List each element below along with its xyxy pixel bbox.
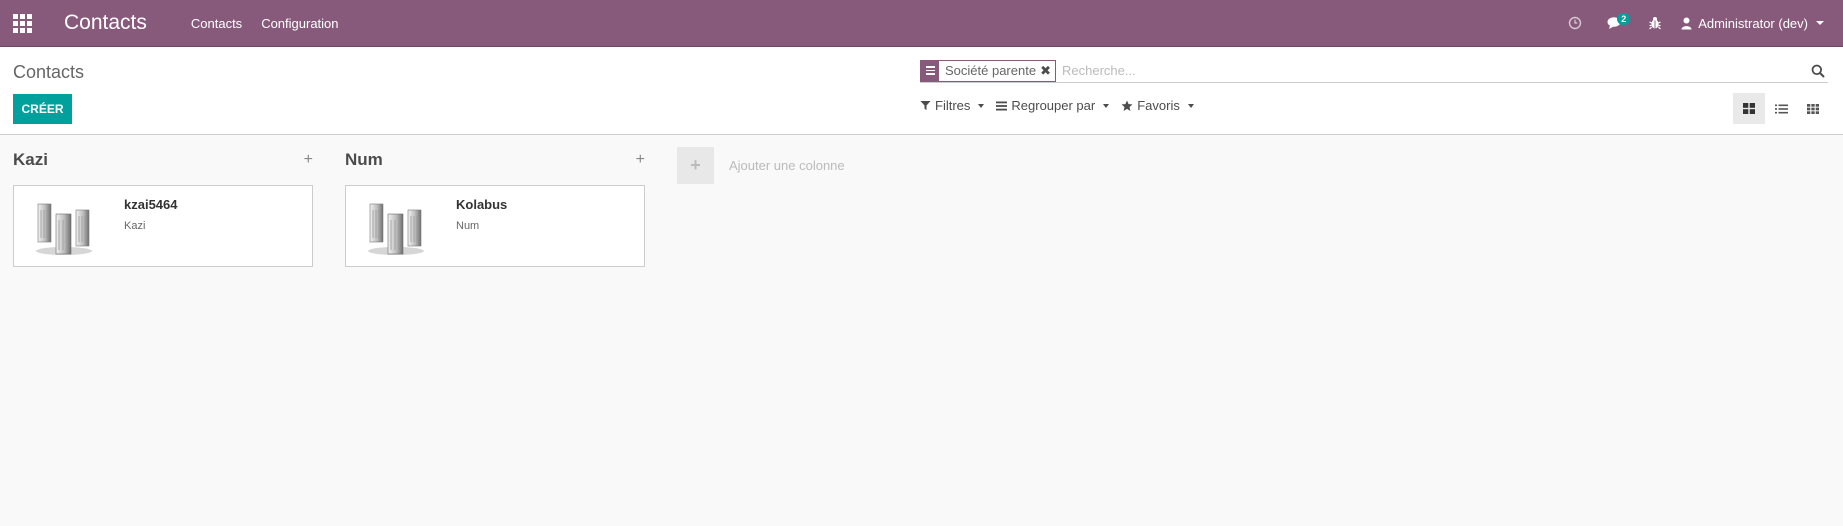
kanban-card[interactable]: Kolabus Num: [345, 185, 645, 267]
plus-icon: +: [677, 147, 714, 184]
view-switcher: [1733, 93, 1829, 124]
facet-remove-icon[interactable]: ✖: [1040, 63, 1055, 79]
facet-value: Société parente: [945, 63, 1037, 78]
list-view-button[interactable]: [1765, 93, 1797, 124]
list-view-icon: [1774, 104, 1788, 113]
chevron-down-icon: [1816, 21, 1824, 25]
chevron-down-icon: [1103, 103, 1110, 108]
control-panel: Contacts CRÉER Société parente ✖ Filtres: [0, 47, 1843, 135]
company-buildings-icon: [368, 203, 424, 255]
favorites-dropdown[interactable]: Favoris: [1121, 98, 1194, 113]
user-name: Administrator (dev): [1698, 15, 1808, 31]
filter-icon: [920, 101, 931, 110]
quick-create-plus-icon[interactable]: +: [304, 151, 313, 169]
grid-view-icon: [1807, 103, 1819, 114]
bug-icon: [1649, 17, 1662, 30]
debug-button[interactable]: [1635, 0, 1675, 46]
search-button[interactable]: [1808, 61, 1828, 81]
user-icon: [1681, 17, 1692, 29]
search-bar: Société parente ✖: [920, 59, 1828, 83]
add-column-label: Ajouter une colonne: [729, 158, 845, 173]
top-navbar: Contacts Contacts Configuration 2 Admini…: [0, 0, 1843, 47]
filters-dropdown[interactable]: Filtres: [920, 98, 985, 113]
search-facet: Société parente ✖: [920, 59, 1056, 82]
kanban-card[interactable]: kzai5464 Kazi: [13, 185, 313, 267]
chevron-down-icon: [978, 103, 985, 108]
add-column-button[interactable]: + Ajouter une colonne: [677, 147, 845, 184]
card-title: kzai5464: [124, 197, 178, 212]
breadcrumb: Contacts: [13, 62, 85, 82]
card-company: Num: [456, 220, 480, 232]
list-bars-icon: [996, 101, 1008, 110]
column-header: Num +: [345, 149, 645, 171]
apps-menu-button[interactable]: [0, 0, 44, 46]
messaging-button[interactable]: 2: [1595, 0, 1635, 46]
kanban-view-button[interactable]: [1733, 93, 1765, 124]
groupby-dropdown[interactable]: Regrouper par: [996, 98, 1110, 113]
search-icon: [1811, 64, 1825, 78]
favorites-label: Favoris: [1137, 98, 1180, 113]
menu-contacts[interactable]: Contacts: [191, 16, 242, 31]
group-by-facet-icon: [921, 60, 939, 81]
groupby-label: Regrouper par: [1011, 98, 1096, 113]
search-input[interactable]: [1055, 63, 1808, 78]
column-title: Kazi: [13, 150, 48, 169]
card-company: Kazi: [124, 220, 146, 232]
quick-create-plus-icon[interactable]: +: [636, 151, 645, 169]
filters-label: Filtres: [935, 98, 971, 113]
kanban-view-icon: [1743, 103, 1755, 114]
column-header: Kazi +: [13, 149, 313, 171]
user-menu[interactable]: Administrator (dev): [1681, 16, 1824, 31]
messages-badge: 2: [1617, 13, 1631, 25]
card-title: Kolabus: [456, 197, 508, 212]
create-button[interactable]: CRÉER: [13, 94, 72, 124]
company-buildings-icon: [36, 203, 92, 255]
star-icon: [1121, 100, 1133, 111]
activity-button[interactable]: [1555, 0, 1595, 46]
chevron-down-icon: [1187, 103, 1194, 108]
clock-icon: [1568, 16, 1582, 30]
kanban-board: Kazi + kzai5464 Kazi Num + Kolabus Num +…: [0, 136, 1843, 526]
grid-view-button[interactable]: [1797, 93, 1829, 124]
search-options: Filtres Regrouper par Favoris: [920, 98, 1194, 113]
apps-grid-icon: [12, 13, 32, 33]
app-brand[interactable]: Contacts: [64, 11, 147, 35]
menu-configuration[interactable]: Configuration: [261, 16, 338, 31]
column-title: Num: [345, 150, 383, 169]
